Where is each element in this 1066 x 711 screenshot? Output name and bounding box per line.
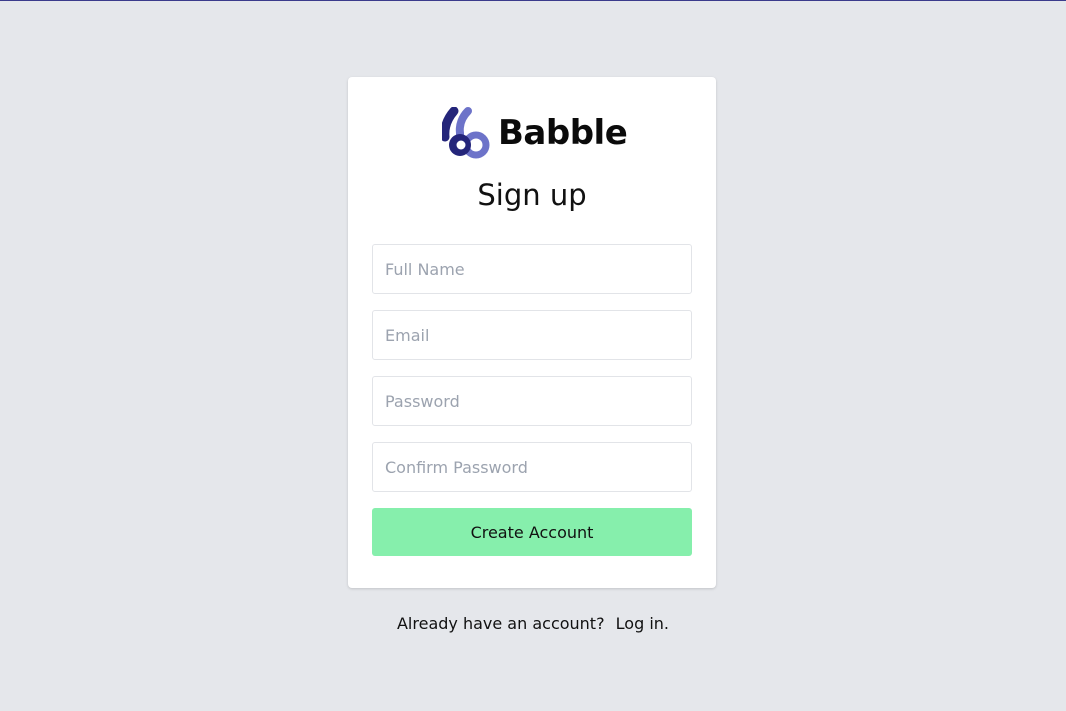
create-account-button[interactable]: Create Account bbox=[372, 508, 692, 556]
confirm-password-input[interactable] bbox=[372, 442, 692, 492]
password-input[interactable] bbox=[372, 376, 692, 426]
page-title: Sign up bbox=[477, 178, 587, 212]
brand-name: Babble bbox=[498, 113, 628, 153]
login-link[interactable]: Log in. bbox=[616, 614, 669, 633]
login-prompt-text: Already have an account? bbox=[396, 614, 605, 633]
top-border-line bbox=[0, 0, 1066, 1]
babble-logo-icon bbox=[442, 107, 490, 159]
full-name-input[interactable] bbox=[372, 244, 692, 294]
signup-card: Babble Sign up Create Account bbox=[348, 77, 716, 588]
brand-header: Babble bbox=[442, 107, 628, 159]
email-input[interactable] bbox=[372, 310, 692, 360]
login-prompt: Already have an account? Log in. bbox=[0, 613, 1066, 635]
